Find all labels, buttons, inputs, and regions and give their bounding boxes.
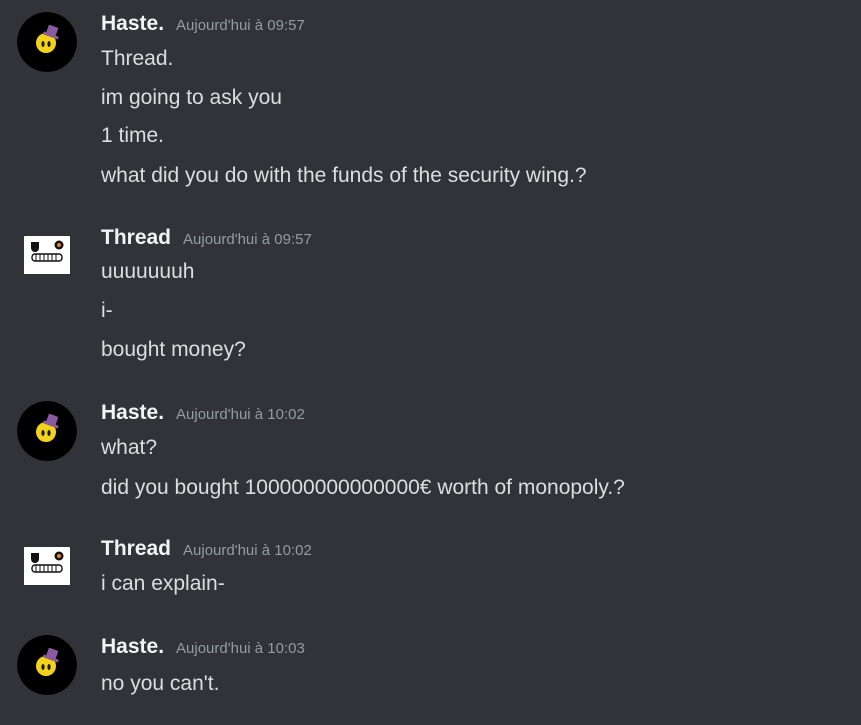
- username[interactable]: Haste.: [101, 12, 164, 36]
- grinning-face-icon: [17, 537, 77, 597]
- message-header: Thread Aujourd'hui à 09:57: [101, 226, 312, 254]
- message-header: Haste. Aujourd'hui à 10:02: [101, 401, 305, 429]
- message-text: did you bought 100000000000000€ worth of…: [101, 476, 625, 499]
- message-header: Thread Aujourd'hui à 10:02: [101, 537, 312, 565]
- message-text: uuuuuuuh: [101, 260, 195, 283]
- message-text: what did you do with the funds of the se…: [101, 164, 587, 187]
- message-header: Haste. Aujourd'hui à 10:03: [101, 635, 305, 663]
- message-text: im going to ask you: [101, 86, 282, 109]
- avatar[interactable]: [17, 635, 77, 695]
- avatar[interactable]: [17, 401, 77, 461]
- timestamp: Aujourd'hui à 10:03: [176, 640, 305, 657]
- chat-message-list: Haste. Aujourd'hui à 09:57 Thread. im go…: [0, 0, 861, 725]
- message-header: Haste. Aujourd'hui à 09:57: [101, 12, 305, 40]
- yellow-face-tophat-icon: [17, 635, 77, 695]
- message-text: no you can't.: [101, 672, 220, 695]
- username[interactable]: Thread: [101, 226, 171, 250]
- username[interactable]: Haste.: [101, 401, 164, 425]
- yellow-face-tophat-icon: [17, 401, 77, 461]
- timestamp: Aujourd'hui à 09:57: [176, 17, 305, 34]
- timestamp: Aujourd'hui à 10:02: [183, 542, 312, 559]
- grinning-face-icon: [17, 226, 77, 286]
- avatar[interactable]: [17, 12, 77, 72]
- avatar[interactable]: [17, 537, 77, 597]
- message-text: Thread.: [101, 47, 174, 70]
- message-text: 1 time.: [101, 124, 165, 147]
- timestamp: Aujourd'hui à 10:02: [176, 406, 305, 423]
- message-text: i can explain-: [101, 572, 225, 595]
- message-text: what?: [101, 436, 158, 459]
- message-text: bought money?: [101, 338, 246, 361]
- timestamp: Aujourd'hui à 09:57: [183, 231, 312, 248]
- username[interactable]: Thread: [101, 537, 171, 561]
- avatar[interactable]: [17, 226, 77, 286]
- username[interactable]: Haste.: [101, 635, 164, 659]
- message-text: i-: [101, 299, 113, 322]
- yellow-face-tophat-icon: [17, 12, 77, 72]
